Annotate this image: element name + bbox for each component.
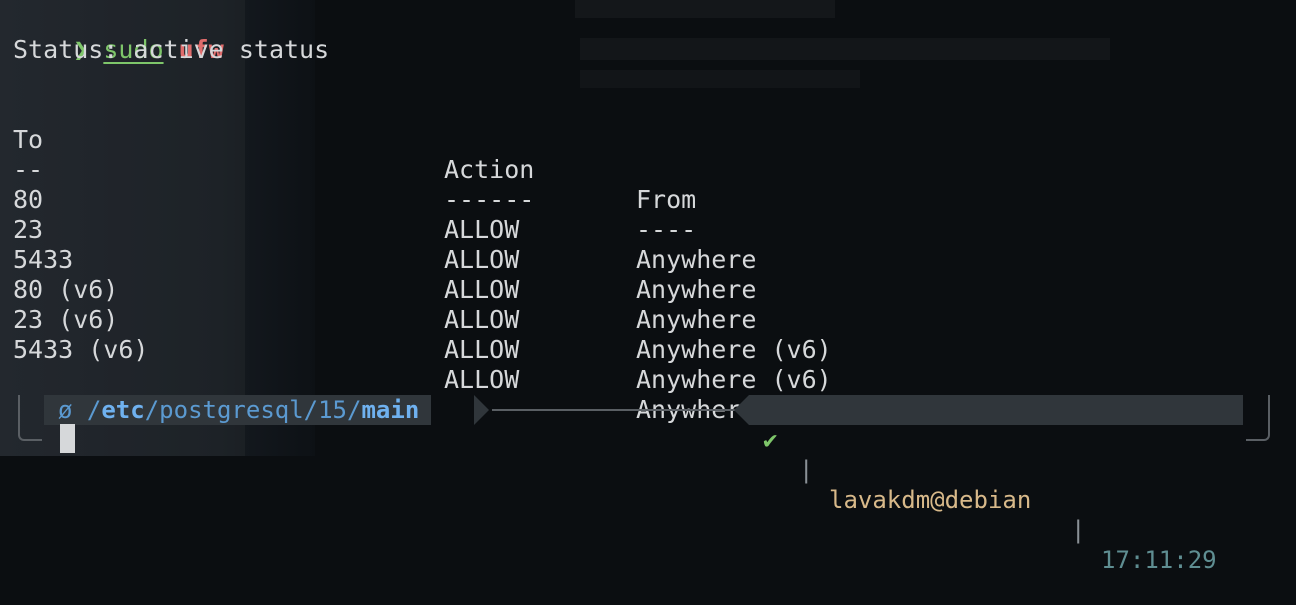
path-current: main (361, 396, 420, 424)
table-row: 5433 ALLOW Anywhere (0, 215, 1296, 334)
check-icon: ✔ (763, 426, 778, 454)
table-row: 80 ALLOW Anywhere (0, 155, 1296, 274)
rule-action: ALLOW (444, 365, 520, 394)
table-underline-row: -- ------ ---- (0, 125, 1296, 244)
user-host: lavakdm@debian (829, 486, 1032, 514)
table-row: 5433 (v6) ALLOW Anywhere (v6) (0, 305, 1296, 424)
text-cursor[interactable] (60, 424, 75, 453)
path-root: / (86, 396, 102, 424)
table-header-row: To Action From (0, 95, 1296, 214)
table-row: 80 (v6) ALLOW Anywhere (v6) (0, 245, 1296, 364)
prompt-status-bar: ø /etc/postgresql/15/main ✔ | lavakdm@de… (0, 395, 1296, 574)
table-row: 23 (v6) ALLOW Anywhere (v6) (0, 275, 1296, 394)
current-directory-segment: ø /etc/postgresql/15/main (44, 395, 432, 425)
separator: | (1071, 516, 1086, 544)
status-output: Status: active (13, 35, 224, 64)
terminal-window[interactable]: ❯ sudo ufw status Status: active To Acti… (0, 0, 1296, 574)
table-row: 23 ALLOW Anywhere (0, 185, 1296, 304)
rule-to: 5433 (v6) (13, 335, 149, 364)
rule-from: Anywhere (v6) (636, 365, 832, 394)
separator: | (799, 456, 814, 484)
path-etc: etc (101, 396, 145, 424)
right-status-segment: ✔ | lavakdm@debian | 17:11:29 (749, 395, 1243, 574)
rule-action: ALLOW (444, 335, 520, 364)
command-argument: status (238, 35, 330, 64)
prompt-fill-line (492, 409, 736, 411)
segment-arrow (474, 395, 489, 425)
clock-time: 17:11:29 (1101, 546, 1217, 574)
segment-arrow-left (734, 395, 749, 425)
path-middle: /postgresql/15/ (144, 396, 362, 424)
directory-icon: ø (58, 396, 73, 424)
command-line: ❯ sudo ufw status (13, 5, 329, 64)
rule-from: Anywhere (v6) (636, 335, 832, 364)
